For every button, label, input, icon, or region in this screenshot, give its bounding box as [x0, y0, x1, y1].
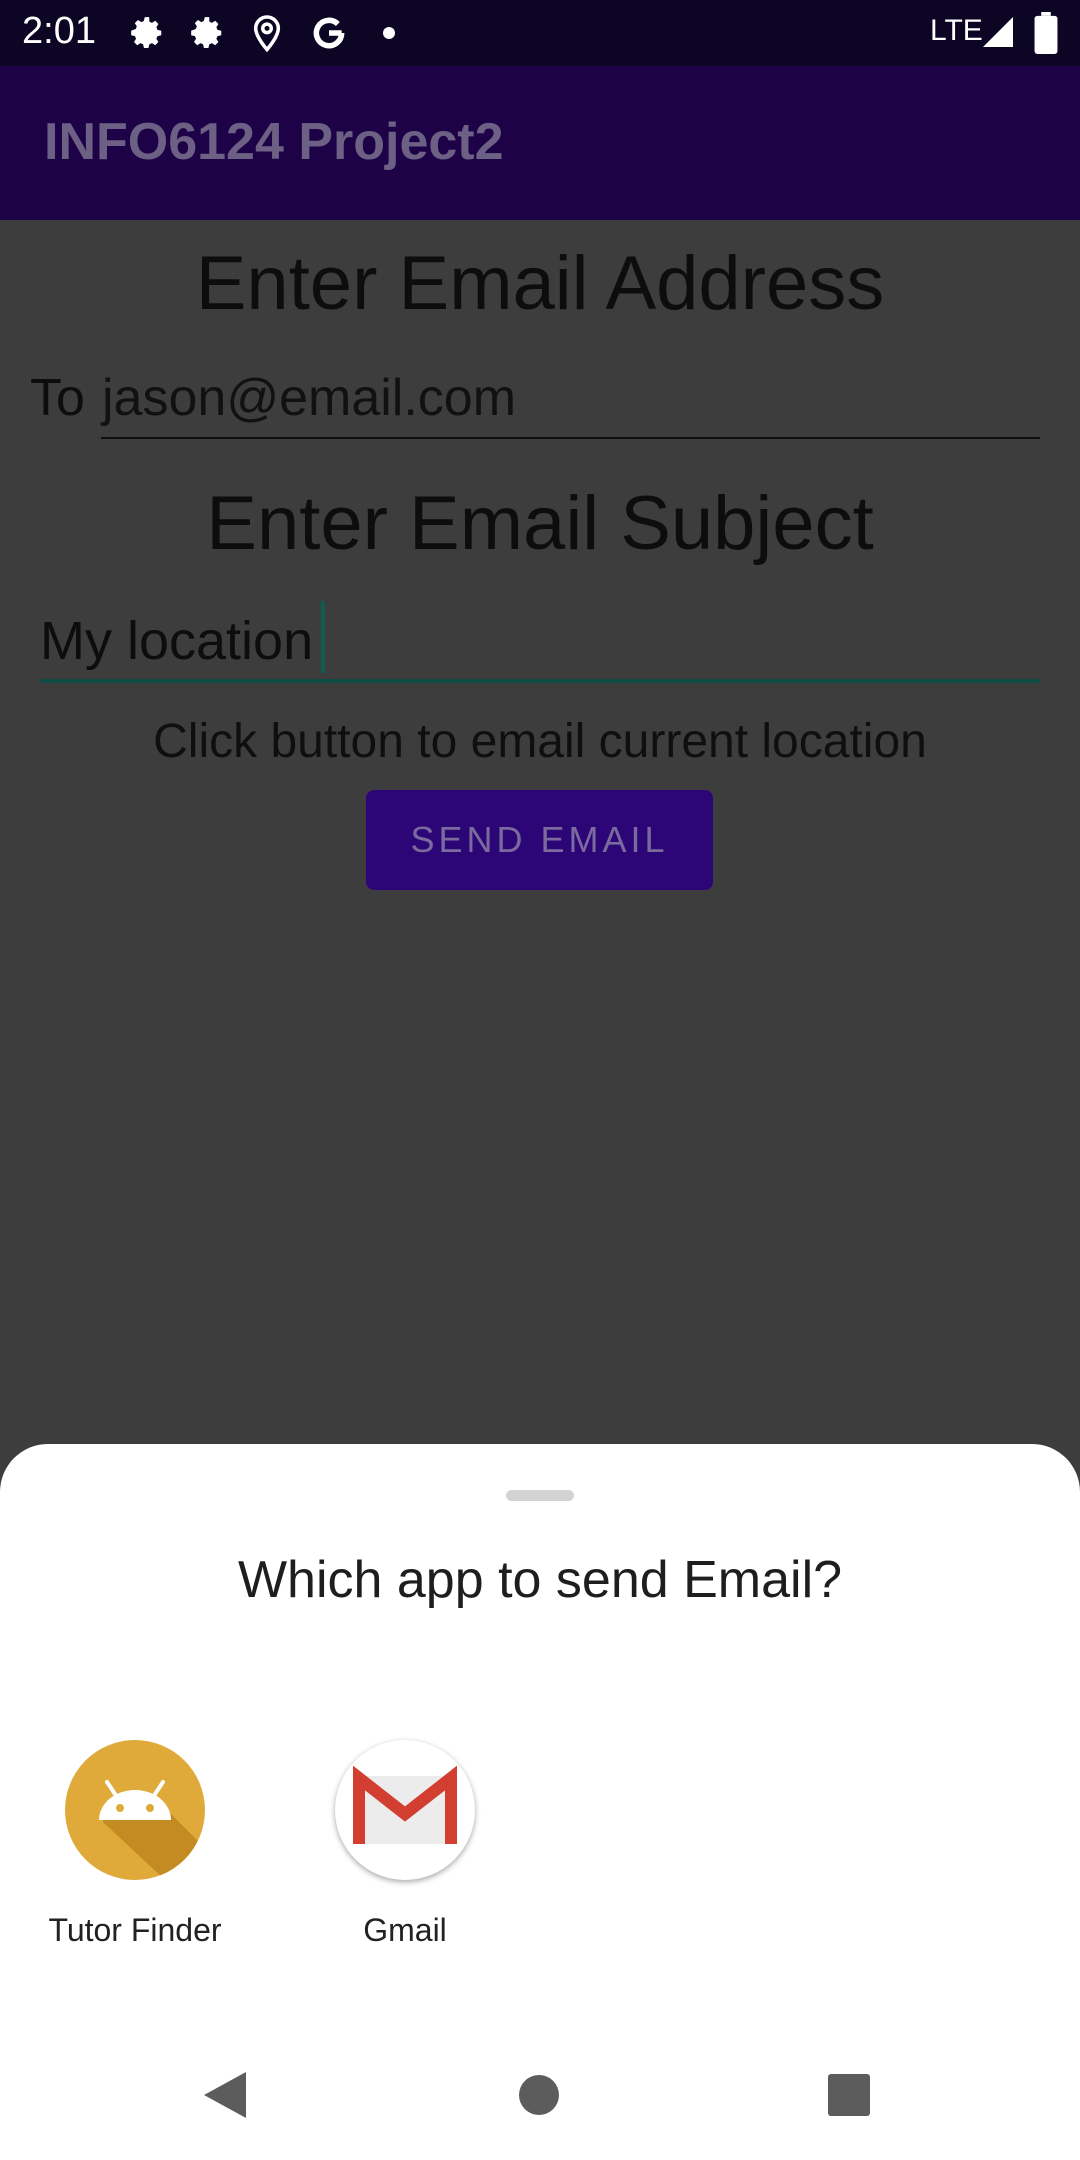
text-cursor	[321, 601, 325, 673]
android-icon	[65, 1740, 205, 1880]
google-icon	[310, 14, 348, 57]
subject-field-underline	[40, 679, 1040, 683]
back-icon[interactable]	[204, 2072, 246, 2123]
email-address-heading: Enter Email Address	[195, 241, 885, 326]
send-hint-text: Click button to email current location	[153, 715, 927, 768]
chooser-title: Which app to send Email?	[237, 1551, 843, 1609]
to-email-field[interactable]: jason@email.com	[102, 368, 516, 428]
settings-icon	[188, 14, 226, 57]
location-icon	[250, 14, 284, 59]
gmail-icon	[335, 1740, 475, 1880]
email-subject-heading: Enter Email Subject	[206, 481, 874, 566]
to-field-underline	[101, 437, 1040, 439]
network-type: LTE	[930, 14, 983, 47]
settings-icon	[128, 14, 166, 57]
send-email-button[interactable]: SEND EMAIL	[366, 790, 713, 890]
sheet-drag-handle[interactable]	[506, 1490, 574, 1501]
app-option-tutor-finder[interactable]: Tutor Finder	[35, 1740, 235, 1960]
status-time: 2:01	[22, 10, 96, 52]
notification-dot-icon	[382, 26, 396, 45]
status-bar: 2:01 LTE	[0, 0, 1080, 66]
recents-icon[interactable]	[828, 2074, 870, 2121]
subject-field[interactable]: My location	[40, 610, 313, 672]
to-label: To	[30, 369, 85, 427]
home-icon[interactable]	[518, 2074, 560, 2121]
app-title: INFO6124 Project2	[44, 113, 504, 171]
navigation-bar	[0, 2020, 1080, 2160]
battery-icon	[1034, 12, 1058, 59]
app-option-gmail[interactable]: Gmail	[305, 1740, 505, 1960]
signal-icon	[980, 14, 1016, 55]
app-label-gmail: Gmail	[363, 1912, 447, 1948]
app-label-tutor-finder: Tutor Finder	[48, 1912, 222, 1948]
